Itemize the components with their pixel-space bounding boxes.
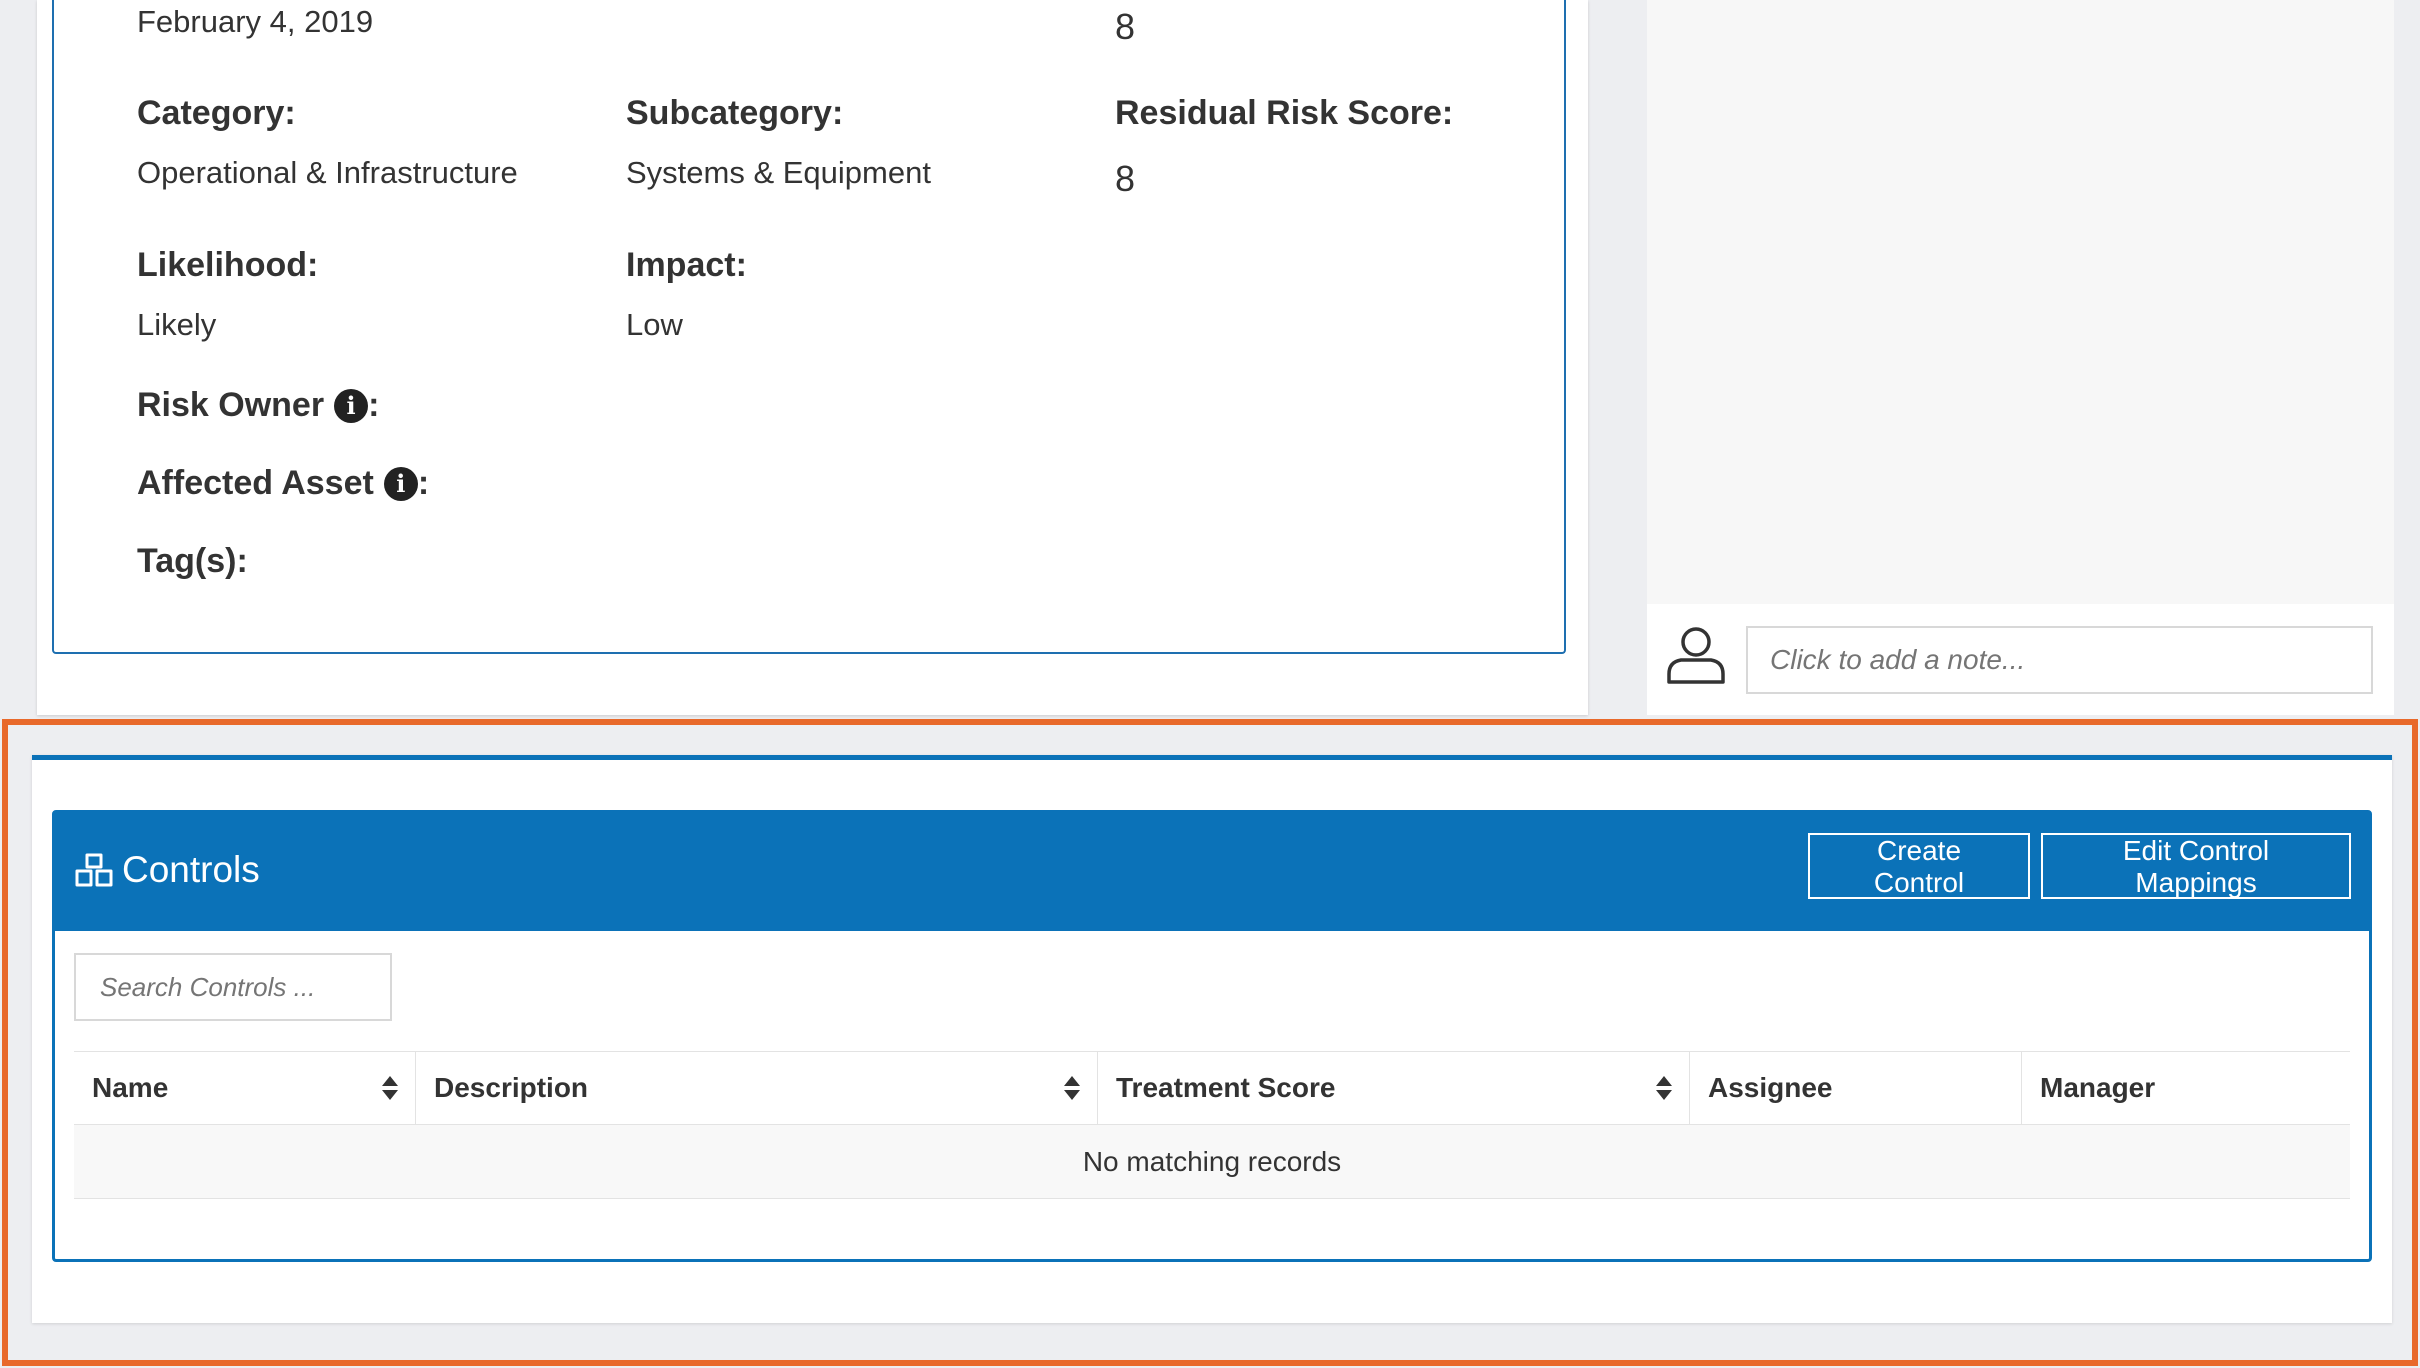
impact-label: Impact: [626,246,747,284]
likelihood-label: Likelihood: [137,246,319,284]
column-header-label: Assignee [1708,1072,1833,1103]
affected-asset-colon: : [417,464,430,502]
column-header-label: Treatment Score [1116,1072,1336,1103]
column-header-description[interactable]: Description [416,1052,1098,1124]
controls-table: Name Description Treatment Score Assigne… [74,1051,2350,1199]
inherent-risk-score-value: 8 [1115,6,1136,47]
column-header-name[interactable]: Name [74,1052,416,1124]
risk-owner-label-text: Risk Owner [137,386,325,424]
residual-risk-score-label: Residual Risk Score: [1115,94,1454,132]
category-value: Operational & Infrastructure [137,155,518,190]
search-controls-input[interactable] [74,953,392,1021]
table-header-row: Name Description Treatment Score Assigne… [74,1051,2350,1125]
date-value: February 4, 2019 [137,4,374,39]
controls-title: Controls [122,849,260,890]
subcategory-value: Systems & Equipment [626,155,931,190]
sort-icon [1656,1076,1672,1100]
risk-details-card: February 4, 2019 8 Category: Operational… [52,0,1566,654]
column-header-treatment-score[interactable]: Treatment Score [1098,1052,1690,1124]
affected-asset-label-text: Affected Asset [137,464,374,502]
sort-icon [382,1076,398,1100]
affected-asset-label: Affected Asset i : [137,464,429,503]
column-header-assignee: Assignee [1690,1052,2022,1124]
tags-label: Tag(s): [137,542,248,580]
empty-table-row: No matching records [74,1125,2350,1199]
column-header-label: Description [434,1072,589,1103]
risk-owner-colon: : [368,386,380,424]
info-icon[interactable]: i [334,388,369,423]
info-icon[interactable]: i [383,466,418,501]
add-note-input[interactable] [1746,626,2373,694]
residual-risk-score-value: 8 [1115,158,1136,199]
no-records-message: No matching records [1082,1145,1342,1177]
create-control-button[interactable]: Create Control [1808,833,2030,899]
category-label: Category: [137,94,296,132]
subcategory-label: Subcategory: [626,94,844,132]
likelihood-value: Likely [137,307,217,342]
column-header-manager: Manager [2022,1052,2350,1124]
risk-owner-label: Risk Owner i : [137,386,379,425]
edit-control-mappings-button[interactable]: Edit Control Mappings [2041,833,2351,899]
user-icon [1667,627,1725,684]
impact-value: Low [626,307,683,342]
column-header-label: Name [92,1072,169,1103]
cubes-icon [75,853,113,887]
controls-card: Controls Create Control Edit Control Map… [52,810,2372,1262]
sort-icon [1064,1076,1080,1100]
controls-header: Controls Create Control Edit Control Map… [55,813,2369,931]
column-header-label: Manager [2040,1072,2156,1103]
